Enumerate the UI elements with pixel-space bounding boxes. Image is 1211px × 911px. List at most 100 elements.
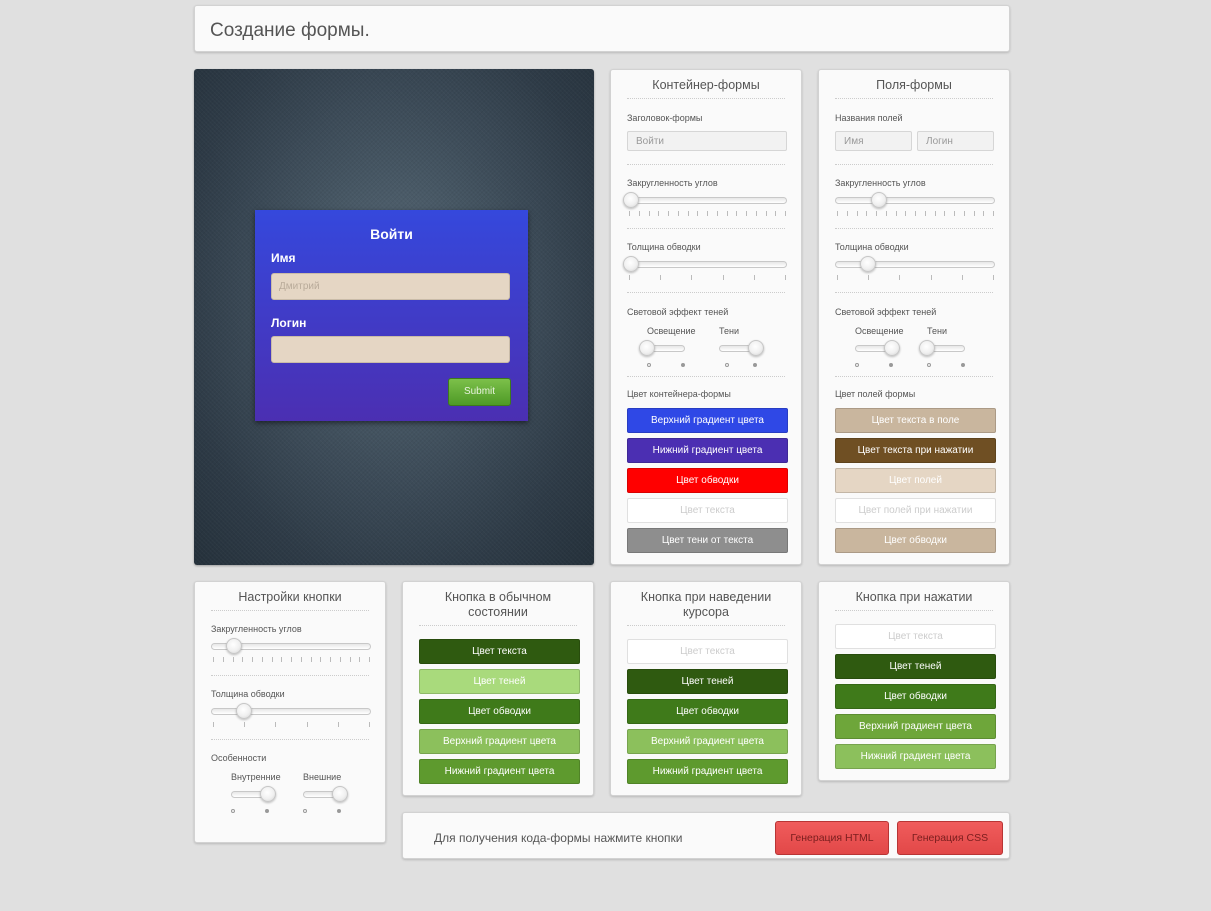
color-button[interactable]: Цвет текста при нажатии	[835, 438, 996, 463]
slider-tick	[213, 657, 214, 662]
color-button[interactable]: Цвет теней	[419, 669, 580, 694]
toggle-handle[interactable]	[639, 340, 655, 356]
slider-handle[interactable]	[236, 703, 252, 719]
slider-tick	[846, 211, 848, 216]
slider-tick	[275, 722, 277, 727]
border-slider[interactable]	[835, 256, 995, 272]
toggle-off-dot	[725, 363, 729, 367]
color-button[interactable]: Верхний градиент цвета	[627, 729, 788, 754]
slider-tick	[242, 657, 244, 662]
color-button[interactable]: Цвет текста	[419, 639, 580, 664]
color-button[interactable]: Верхний градиент цвета	[627, 408, 788, 433]
toggle-on-dot	[265, 809, 269, 813]
color-button[interactable]: Цвет полей	[835, 468, 996, 493]
color-button[interactable]: Цвет обводки	[419, 699, 580, 724]
slider-tick	[944, 211, 946, 216]
slider-tick	[244, 722, 246, 727]
color-button[interactable]: Нижний градиент цвета	[627, 759, 788, 784]
color-button[interactable]: Цвет текста в поле	[835, 408, 996, 433]
radius-label: Закругленность углов	[835, 178, 926, 188]
color-button[interactable]: Цвет текста	[627, 498, 788, 523]
color-button[interactable]: Нижний градиент цвета	[835, 744, 996, 769]
slider-tick	[934, 211, 936, 216]
shadows-toggle[interactable]	[719, 340, 764, 356]
color-button[interactable]: Цвет текста	[835, 624, 996, 649]
color-button[interactable]: Нижний градиент цвета	[627, 438, 788, 463]
divider	[627, 292, 785, 293]
toggle-handle[interactable]	[884, 340, 900, 356]
slider-tick	[785, 211, 786, 216]
radius-ticks	[211, 657, 371, 663]
color-button[interactable]: Цвет обводки	[835, 684, 996, 709]
toggle-on-dot	[681, 363, 685, 367]
slider-handle[interactable]	[871, 192, 887, 208]
container-settings-panel: Контейнер-формы Заголовок-формы Войти За…	[610, 69, 802, 565]
slider-tick	[722, 275, 724, 280]
slider-handle[interactable]	[623, 192, 639, 208]
divider	[835, 228, 993, 229]
shadows-toggle[interactable]	[919, 340, 965, 356]
slider-handle[interactable]	[226, 638, 242, 654]
slider-tick	[330, 657, 331, 662]
button-settings-panel: Настройки кнопки Закругленность углов То…	[194, 581, 386, 843]
toggle-off-dot	[927, 363, 931, 367]
color-button[interactable]: Цвет полей при нажатии	[835, 498, 996, 523]
color-button[interactable]: Нижний градиент цвета	[419, 759, 580, 784]
panel-title: Кнопка при нажатии	[835, 590, 993, 611]
border-label: Толщина обводки	[211, 689, 285, 699]
toggle-off-dot	[855, 363, 859, 367]
slider-tick	[252, 657, 253, 662]
radius-slider[interactable]	[211, 638, 371, 654]
slider-tick	[866, 211, 868, 216]
divider	[211, 675, 369, 676]
lighting-toggle[interactable]	[855, 340, 900, 356]
slider-tick	[993, 211, 994, 216]
toggle-handle[interactable]	[748, 340, 764, 356]
color-button[interactable]: Цвет тени от текста	[627, 528, 788, 553]
slider-tick	[905, 211, 907, 216]
slider-tick	[359, 657, 361, 662]
slider-tick	[707, 211, 708, 216]
inner-shadow-toggle[interactable]	[231, 786, 276, 802]
border-slider[interactable]	[211, 703, 371, 719]
slider-tick	[924, 211, 926, 216]
toggle-handle[interactable]	[260, 786, 276, 802]
slider-tick	[320, 657, 322, 662]
color-button[interactable]: Цвет обводки	[835, 528, 996, 553]
color-button[interactable]: Цвет теней	[627, 669, 788, 694]
slider-tick	[281, 657, 283, 662]
toggle-handle[interactable]	[332, 786, 348, 802]
inner-label: Внутренние	[231, 772, 281, 782]
shadow-effect-label: Световой эффект теней	[835, 307, 937, 317]
color-button[interactable]: Верхний градиент цвета	[419, 729, 580, 754]
panel-title: Поля-формы	[835, 78, 993, 99]
lighting-toggle[interactable]	[639, 340, 685, 356]
submit-button[interactable]: Submit	[448, 378, 511, 406]
radius-slider[interactable]	[623, 192, 787, 208]
toggle-handle[interactable]	[919, 340, 935, 356]
features-label: Особенности	[211, 753, 267, 763]
outer-shadow-toggle[interactable]	[303, 786, 348, 802]
generate-html-button[interactable]: Генерация HTML	[775, 821, 889, 855]
slider-tick	[973, 211, 975, 216]
color-button[interactable]: Верхний градиент цвета	[835, 714, 996, 739]
generate-css-button[interactable]: Генерация CSS	[897, 821, 1003, 855]
generate-hint: Для получения кода-формы нажмите кнопки	[434, 831, 683, 845]
color-button[interactable]: Цвет текста	[627, 639, 788, 664]
name-input[interactable]: Дмитрий	[271, 273, 510, 300]
color-button[interactable]: Цвет теней	[835, 654, 996, 679]
slider-handle[interactable]	[860, 256, 876, 272]
slider-handle[interactable]	[623, 256, 639, 272]
divider	[627, 228, 785, 229]
name-field-input[interactable]: Имя	[835, 131, 912, 151]
login-input[interactable]	[271, 336, 510, 363]
container-color-label: Цвет контейнера-формы	[627, 389, 731, 399]
color-button[interactable]: Цвет обводки	[627, 699, 788, 724]
color-button[interactable]: Цвет обводки	[627, 468, 788, 493]
login-field-input[interactable]: Логин	[917, 131, 994, 151]
form-header-input[interactable]: Войти	[627, 131, 787, 151]
border-ticks	[835, 275, 995, 281]
radius-slider[interactable]	[835, 192, 995, 208]
page-title: Создание формы.	[210, 20, 370, 41]
border-slider[interactable]	[623, 256, 787, 272]
